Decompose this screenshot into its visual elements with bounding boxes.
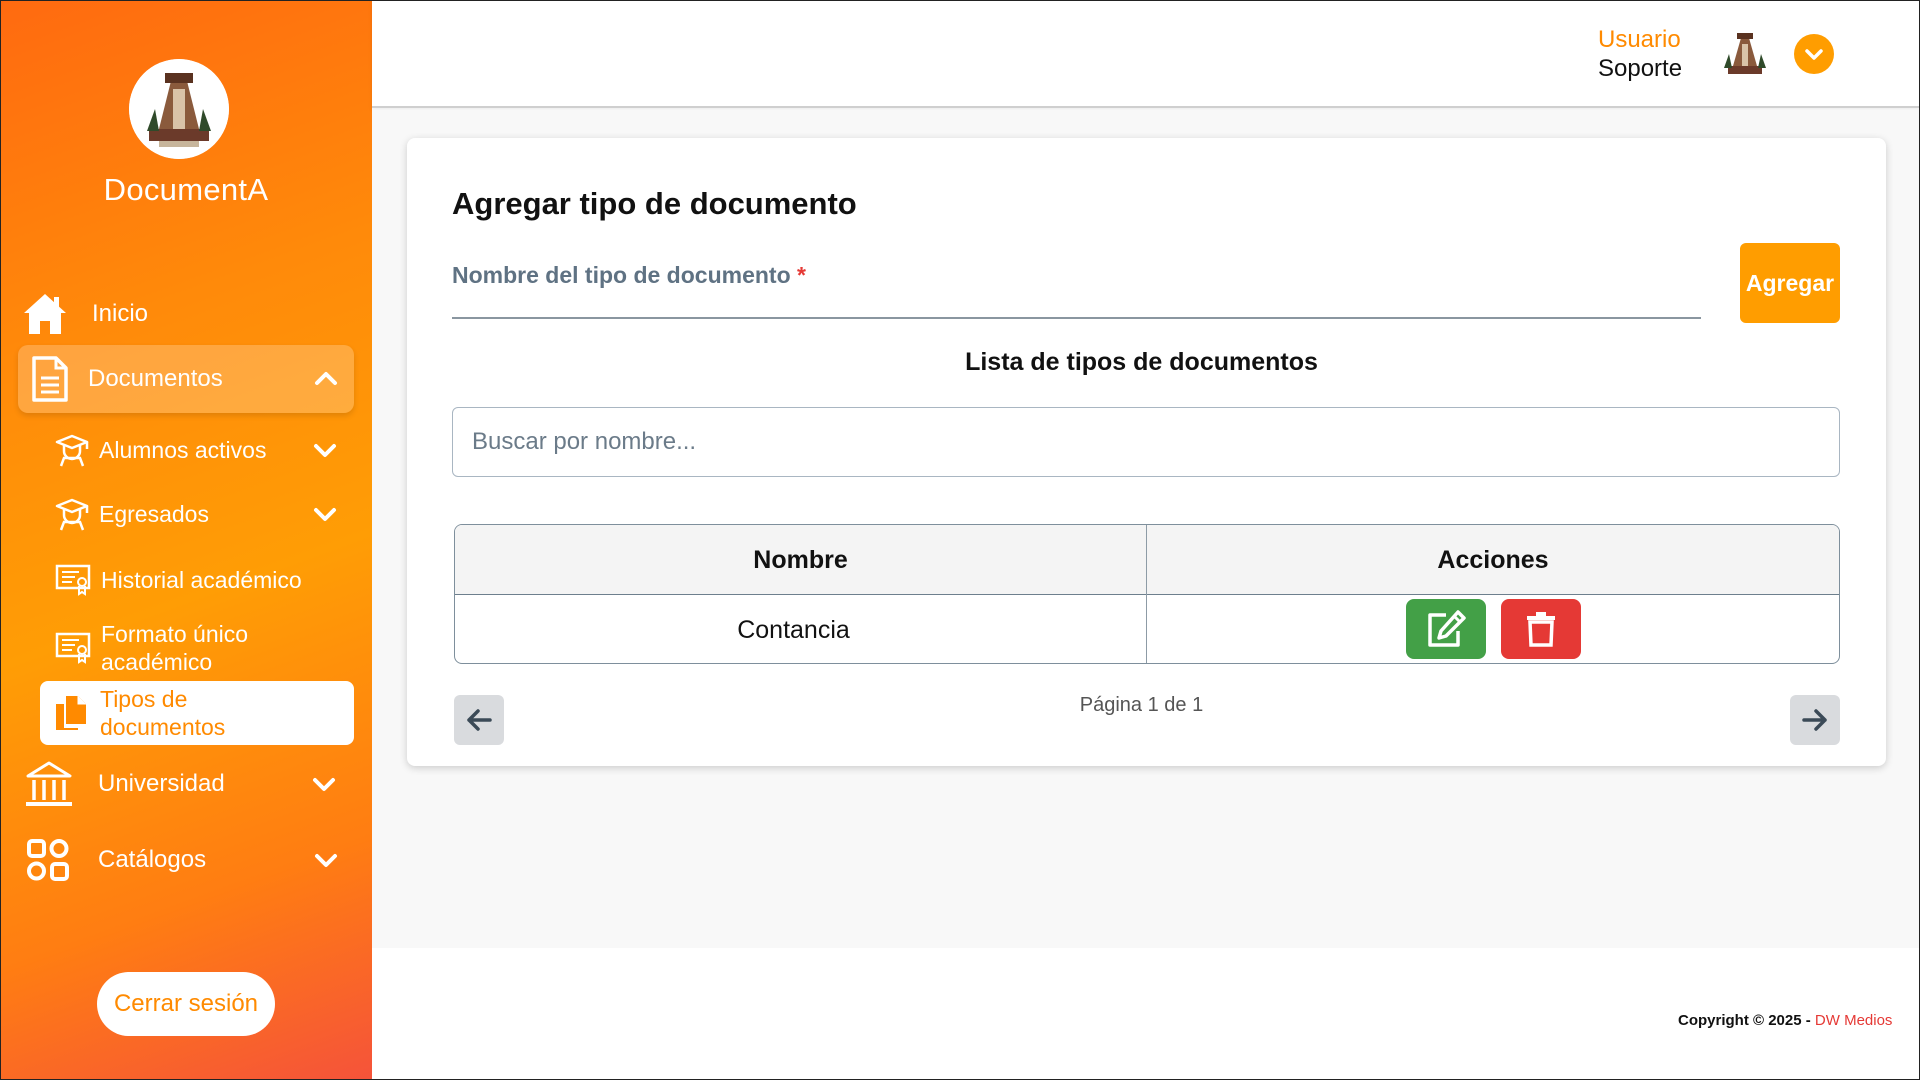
- sidebar-item-label: Universidad: [98, 770, 225, 797]
- sidebar-item-documentos[interactable]: Documentos: [18, 345, 354, 413]
- copyright-text: Copyright © 2025 -: [1678, 1012, 1815, 1029]
- user-role: Usuario: [1598, 26, 1681, 53]
- cell-nombre: Contancia: [455, 595, 1147, 663]
- sidebar-item-catalogos[interactable]: Catálogos: [26, 834, 344, 886]
- add-button[interactable]: Agregar: [1740, 243, 1840, 323]
- edit-icon: [1428, 610, 1466, 647]
- trash-icon: [1527, 612, 1555, 647]
- sidebar-item-label: Inicio: [92, 300, 149, 327]
- required-mark: *: [797, 262, 806, 288]
- column-header-nombre: Nombre: [455, 525, 1147, 595]
- sidebar-item-label: Egresados: [99, 501, 209, 527]
- app-logo: [129, 59, 229, 159]
- sidebar-item-universidad[interactable]: Universidad: [24, 758, 344, 810]
- sidebar-item-label: Catálogos: [98, 846, 207, 873]
- app-name: DocumentA: [103, 172, 269, 207]
- certificate-icon: [55, 564, 91, 596]
- delete-button[interactable]: [1501, 599, 1581, 659]
- footer-brand-link[interactable]: DW Medios: [1815, 1012, 1893, 1029]
- document-type-name-label: Nombre del tipo de documento *: [452, 262, 806, 289]
- sidebar-item-label: Historial académico: [101, 567, 302, 593]
- logout-button[interactable]: Cerrar sesión: [97, 972, 275, 1036]
- page-title: Agregar tipo de documento: [452, 186, 857, 221]
- chevron-down-icon: [314, 508, 336, 521]
- documents-copy-icon: [54, 694, 88, 732]
- grid-icon: [26, 838, 70, 882]
- top-header: Usuario Soporte: [372, 0, 1920, 108]
- user-name: Soporte: [1598, 55, 1683, 82]
- search-input[interactable]: [452, 407, 1840, 477]
- sidebar-item-label: Alumnos activos: [99, 437, 267, 463]
- sidebar-item-historial-academico[interactable]: Historial académico: [55, 557, 345, 603]
- column-header-acciones: Acciones: [1437, 545, 1549, 574]
- graduate-icon: [55, 433, 89, 467]
- sidebar: DocumentA Inicio Documentos Alumnos acti…: [0, 0, 372, 1080]
- university-icon: [24, 760, 74, 808]
- avatar: [1722, 30, 1768, 78]
- user-menu-toggle[interactable]: [1794, 34, 1834, 74]
- sidebar-item-inicio[interactable]: Inicio: [22, 290, 342, 338]
- document-types-table: Nombre Acciones Contancia: [454, 524, 1840, 664]
- home-icon: [22, 292, 68, 336]
- sidebar-item-alumnos-activos[interactable]: Alumnos activos: [55, 427, 345, 473]
- table-row: Contancia: [455, 595, 1839, 663]
- chevron-down-icon: [313, 778, 335, 791]
- next-page-button[interactable]: [1790, 695, 1840, 745]
- footer: Copyright © 2025 - DW Medios: [1678, 1012, 1892, 1029]
- field-label-text: Nombre del tipo de documento: [452, 262, 791, 288]
- chevron-up-icon: [315, 372, 337, 385]
- sidebar-item-label: Documentos: [88, 365, 223, 392]
- document-icon: [30, 356, 70, 402]
- chevron-down-icon: [315, 854, 337, 867]
- pagination-info: Página 1 de 1: [1079, 694, 1204, 716]
- chevron-down-icon: [314, 444, 336, 457]
- sidebar-item-label: Formato único académico: [101, 621, 249, 675]
- graduate-icon: [55, 497, 89, 531]
- sidebar-item-label: Tipos de documentos: [100, 686, 226, 740]
- document-type-name-field[interactable]: [452, 317, 1701, 319]
- edit-button[interactable]: [1406, 599, 1486, 659]
- sidebar-item-tipos-de-documentos[interactable]: Tipos de documentos: [40, 681, 354, 745]
- chevron-down-icon: [1805, 49, 1823, 60]
- certificate-icon: [55, 632, 91, 664]
- sidebar-item-formato-unico[interactable]: Formato único académico: [55, 620, 345, 676]
- table-header: Nombre Acciones: [455, 525, 1839, 595]
- main-content: Agregar tipo de documento Nombre del tip…: [372, 110, 1920, 948]
- sidebar-item-egresados[interactable]: Egresados: [55, 491, 345, 537]
- document-type-card: Agregar tipo de documento Nombre del tip…: [407, 138, 1886, 766]
- list-title: Lista de tipos de documentos: [965, 348, 1318, 376]
- arrow-right-icon: [1802, 709, 1827, 731]
